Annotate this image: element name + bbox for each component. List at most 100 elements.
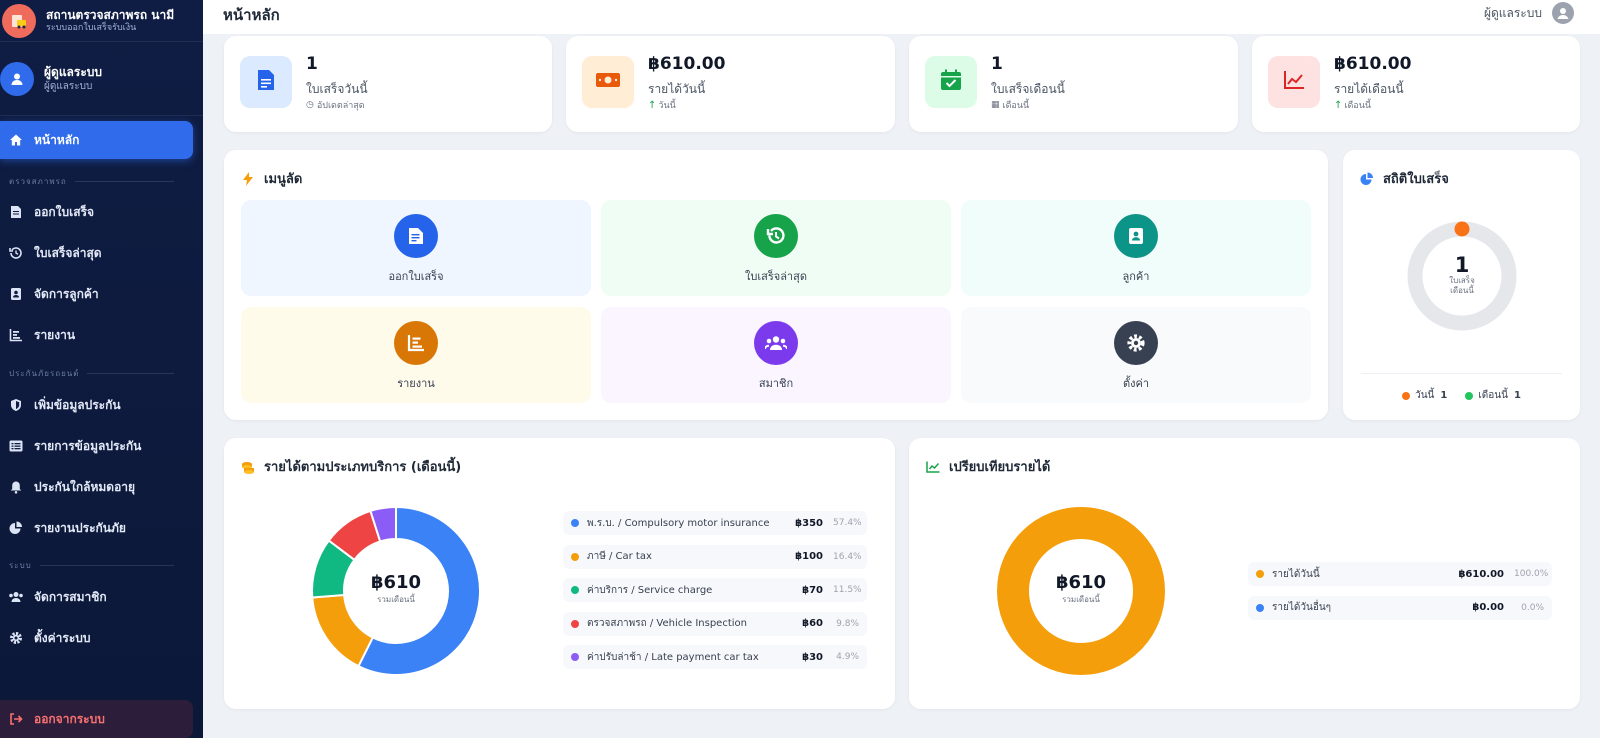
pie-chart-icon: [8, 520, 24, 536]
brand-subtitle: ระบบออกใบเสร็จรับเงิน: [46, 22, 137, 33]
stat-value: ฿610.00: [648, 54, 726, 74]
quick-item-label: ตั้งค่า: [1122, 377, 1150, 390]
legend-percent: 4.9%: [836, 652, 859, 662]
arrow-up-icon: ↑: [1334, 99, 1343, 111]
sidebar-item-label: รายงานประกันภัย: [34, 520, 126, 535]
calendar-icon: ▦: [991, 100, 1000, 110]
history-icon: [8, 245, 24, 261]
revenue-by-service-header: รายได้ตามประเภทบริการ (เดือนนี้): [240, 456, 461, 477]
legend-percent: 57.4%: [833, 518, 862, 528]
users-icon: [754, 321, 798, 365]
sidebar-item-insurance-report[interactable]: รายงานประกันภัย: [0, 509, 193, 547]
legend-amount: ฿70: [802, 584, 823, 596]
sidebar-item-label: หน้าหลัก: [34, 132, 80, 147]
car-logo-icon: [2, 3, 36, 38]
sidebar-item-latest-receipts[interactable]: ใบเสร็จล่าสุด: [0, 234, 193, 272]
gear-icon: [8, 630, 24, 646]
quick-item-label: ใบเสร็จล่าสุด: [745, 270, 807, 283]
legend-percent: 16.4%: [833, 551, 862, 562]
stat-icon-bg-3: [1268, 56, 1320, 108]
revenue-compare-title: เปรียบเทียบรายได้: [949, 460, 1051, 475]
page-title: หน้าหลัก: [223, 6, 280, 24]
legend-amount: ฿350: [795, 517, 823, 529]
legend-category: ค่าปรับล่าช้า / Late payment car tax: [587, 651, 759, 663]
receipt-stats-center-label-2: เดือนนี้: [1450, 286, 1474, 295]
legend-dot: [571, 619, 579, 628]
sidebar-item-customers[interactable]: จัดการลูกค้า: [0, 275, 193, 313]
user-avatar-icon: [0, 61, 34, 96]
revenue-by-service-title: รายได้ตามประเภทบริการ (เดือนนี้): [264, 460, 462, 475]
receipt-stats-card: สถิติใบเสร็จ 1 ใบเสร็จ เดือนนี้ วันนี้ 1…: [1343, 150, 1580, 420]
revenue-compare-card: เปรียบเทียบรายได้ ฿610 รวมเดือนนี้ รายได…: [909, 438, 1580, 709]
revenue-compare-center: ฿610 รวมเดือนนี้: [995, 572, 1167, 606]
revenue-compare-total: ฿610: [1055, 572, 1107, 593]
legend-percent: 100.0%: [1514, 569, 1549, 579]
sidebar-item-home[interactable]: หน้าหลัก: [0, 121, 193, 159]
stat-value: 1: [991, 54, 1003, 74]
receipt-stats-center-value: 1: [1454, 253, 1470, 277]
stat-foot: ↑ วันนี้: [648, 98, 676, 112]
quick-item-issue-receipt[interactable]: ออกใบเสร็จ: [241, 200, 591, 296]
legend-amount: ฿610.00: [1458, 568, 1504, 580]
stat-label: รายได้วันนี้: [648, 82, 706, 96]
revenue-by-service-center: ฿610 รวมเดือนนี้: [310, 572, 482, 606]
calendar-check-icon: [940, 69, 962, 95]
coins-icon: [240, 459, 256, 475]
legend-amount: ฿60: [802, 618, 823, 629]
stat-icon-bg-0: [240, 56, 292, 108]
legend-percent: 9.8%: [836, 618, 859, 629]
quick-item-settings[interactable]: ตั้งค่า: [961, 307, 1311, 403]
divider: [1361, 373, 1562, 374]
quick-item-label: รายงาน: [397, 377, 435, 390]
sidebar-item-label: ออกใบเสร็จ: [34, 204, 95, 219]
legend-dot-month: [1465, 391, 1474, 400]
stat-card-receipts-month: 1 ใบเสร็จเดือนนี้ ▦ เดือนนี้: [909, 36, 1238, 132]
top-user-menu[interactable]: ผู้ดูแลระบบ: [1484, 2, 1574, 24]
quick-item-latest-receipts[interactable]: ใบเสร็จล่าสุด: [601, 200, 951, 296]
legend-category: รายได้วันอื่นๆ: [1272, 602, 1332, 613]
legend-row-0-2: ค่าบริการ / Service charge ฿70 11.5%: [563, 578, 867, 602]
receipt-stats-center: 1 ใบเสร็จ เดือนนี้: [1406, 254, 1518, 296]
legend-row-0-4: ค่าปรับล่าช้า / Late payment car tax ฿30 4…: [563, 645, 867, 669]
revenue-by-service-center-label: รวมเดือนนี้: [377, 595, 415, 604]
stat-value: 1: [306, 54, 318, 74]
quick-item-customers[interactable]: ลูกค้า: [961, 200, 1311, 296]
legend-category: ตรวจสภาพรถ / Vehicle Inspection: [587, 618, 747, 629]
sidebar-item-settings[interactable]: ตั้งค่าระบบ: [0, 619, 193, 657]
user-panel: ผู้ดูแลระบบ ผู้ดูแลระบบ: [0, 42, 203, 116]
legend-category: ภาษี / Car tax: [587, 551, 652, 562]
logout-button[interactable]: ออกจากระบบ: [0, 700, 193, 738]
legend-dot: [1256, 570, 1264, 578]
quick-item-members[interactable]: สมาชิก: [601, 307, 951, 403]
legend-row-0-1: ภาษี / Car tax ฿100 16.4%: [563, 544, 867, 569]
sidebar-item-reports[interactable]: รายงาน: [0, 316, 193, 354]
stat-card-receipts-today: 1 ใบเสร็จวันนี้ ◷ อัปเดตล่าสุด: [224, 36, 552, 132]
legend-dot: [571, 519, 579, 527]
receipt-stats-header: สถิติใบเสร็จ: [1359, 168, 1449, 189]
quick-item-reports[interactable]: รายงาน: [241, 307, 591, 403]
revenue-compare-center-label: รวมเดือนนี้: [1062, 595, 1100, 604]
stat-icon-bg-2: [925, 56, 977, 108]
quick-menu-card: เมนูลัด ออกใบเสร็จ ใบเสร็จล่าสุด ลูกค้า …: [224, 150, 1328, 420]
sidebar-item-members[interactable]: จัดการสมาชิก: [0, 578, 193, 616]
sidebar-item-label: จัดการสมาชิก: [34, 589, 107, 604]
sidebar-item-add-insurance[interactable]: เพิ่มข้อมูลประกัน: [0, 386, 193, 424]
sidebar-item-expiring[interactable]: ประกันใกล้หมดอายุ: [0, 468, 193, 506]
quick-item-label: สมาชิก: [758, 377, 794, 390]
stat-foot-text: วันนี้: [658, 101, 676, 111]
legend-dot: [571, 586, 579, 594]
chart-line-icon: [1283, 70, 1305, 94]
brand-title: สถานตรวจสภาพรถ นามี: [46, 7, 175, 22]
sidebar-item-insurance-list[interactable]: รายการข้อมูลประกัน: [0, 427, 193, 465]
shield-icon: [8, 397, 24, 413]
stat-foot-text: อัปเดตล่าสุด: [316, 101, 365, 111]
user-circle-icon: [1552, 2, 1574, 24]
legend-row-1-0: รายได้วันนี้ ฿610.00 100.0%: [1248, 562, 1552, 586]
address-book-icon: [8, 286, 24, 302]
receipt-stats-legend: วันนี้ 1 เดือนนี้ 1: [1343, 388, 1580, 403]
legend-today-label: วันนี้: [1415, 390, 1435, 401]
legend-month-value: 1: [1513, 390, 1521, 401]
bolt-icon: [240, 171, 256, 187]
sidebar-item-issue-receipt[interactable]: ออกใบเสร็จ: [0, 193, 193, 231]
legend-category: พ.ร.บ. / Compulsory motor insurance: [587, 517, 770, 529]
